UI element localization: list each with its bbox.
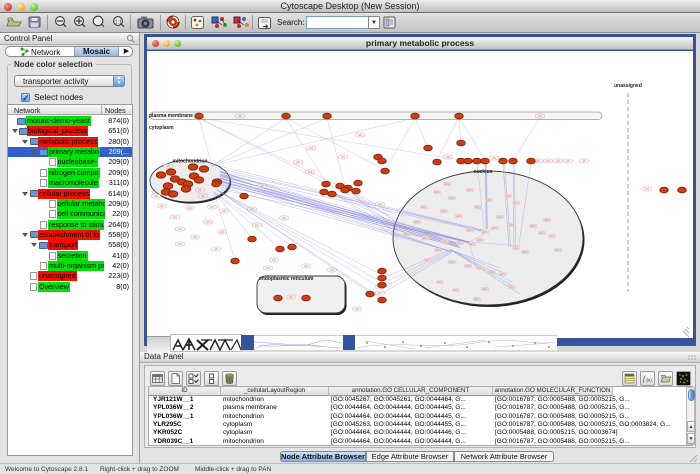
svg-text:GO:x: GO:x — [404, 234, 410, 236]
svg-text:GO: GO — [492, 156, 496, 160]
svg-text:GO: GO — [309, 146, 313, 150]
svg-text:GO: GO — [193, 235, 197, 239]
svg-text:GO: GO — [566, 159, 570, 163]
svg-text:GO: GO — [220, 230, 224, 234]
svg-text:GO:x: GO:x — [465, 266, 471, 268]
svg-text:GO:x: GO:x — [475, 207, 481, 209]
svg-text:GO: GO — [358, 133, 362, 137]
svg-text:GO: GO — [178, 227, 182, 231]
svg-text:unassigned: unassigned — [614, 83, 642, 89]
svg-text:GO: GO — [536, 159, 540, 163]
svg-text:GO: GO — [178, 242, 182, 246]
svg-text:mitochondrion: mitochondrion — [173, 159, 208, 165]
svg-text:GO:x: GO:x — [513, 248, 519, 250]
svg-text:GO: GO — [260, 184, 264, 188]
svg-text:(x): (x) — [647, 378, 653, 383]
svg-text:GO: GO — [645, 187, 649, 191]
svg-text:GO:x: GO:x — [437, 282, 443, 284]
svg-text:GO: GO — [222, 209, 226, 213]
svg-text:GO:x: GO:x — [482, 289, 488, 291]
svg-text:GO: GO — [166, 164, 170, 168]
svg-text:GO:x: GO:x — [489, 272, 495, 274]
svg-text:GO: GO — [378, 291, 382, 295]
svg-text:nucleus: nucleus — [474, 169, 493, 175]
svg-text:GO: GO — [330, 268, 334, 272]
svg-text:GO: GO — [546, 159, 550, 163]
svg-text:GO:x: GO:x — [422, 238, 428, 240]
svg-text:GO:x: GO:x — [477, 268, 483, 270]
svg-text:GO:x: GO:x — [482, 232, 488, 234]
svg-text:GO:x: GO:x — [449, 262, 455, 264]
svg-text:GO:x: GO:x — [441, 211, 447, 213]
svg-text:GO: GO — [238, 114, 242, 118]
svg-text:GO:x: GO:x — [497, 217, 503, 219]
svg-text:GO:x: GO:x — [421, 207, 427, 209]
svg-text:GO:x: GO:x — [442, 241, 448, 243]
svg-text:GO:x: GO:x — [555, 250, 561, 252]
svg-text:plasma membrane: plasma membrane — [149, 113, 193, 119]
svg-text:GO:x: GO:x — [509, 225, 515, 227]
svg-text:GO:x: GO:x — [509, 287, 515, 289]
svg-text:GO:x: GO:x — [505, 196, 511, 198]
svg-text:GO:x: GO:x — [467, 230, 473, 232]
svg-text:GO: GO — [154, 194, 158, 198]
svg-text:GO: GO — [272, 258, 276, 262]
svg-text:GO:x: GO:x — [425, 260, 431, 262]
svg-text:endoplasmic reticulum: endoplasmic reticulum — [259, 276, 314, 282]
svg-text:GO: GO — [355, 307, 359, 311]
svg-text:GO: GO — [289, 295, 293, 299]
svg-text:GO: GO — [582, 159, 586, 163]
svg-text:GO: GO — [210, 205, 214, 209]
svg-text:GO:x: GO:x — [444, 184, 450, 186]
svg-text:GO: GO — [378, 202, 382, 206]
svg-text:GO: GO — [198, 188, 202, 192]
svg-text:GO:x: GO:x — [513, 203, 519, 205]
svg-text:GO:x: GO:x — [449, 198, 455, 200]
svg-text:GO: GO — [250, 207, 254, 211]
svg-text:GO: GO — [446, 155, 450, 159]
svg-text:GO:x: GO:x — [414, 222, 420, 224]
svg-text:GO:x: GO:x — [435, 250, 441, 252]
svg-text:GO: GO — [308, 170, 312, 174]
svg-text:GO:x: GO:x — [544, 220, 550, 222]
svg-text:GO:x: GO:x — [486, 200, 492, 202]
svg-text:GO:x: GO:x — [434, 192, 440, 194]
svg-text:GO:x: GO:x — [456, 216, 462, 218]
svg-text:GO: GO — [255, 223, 259, 227]
svg-text:GO: GO — [160, 204, 164, 208]
svg-text:GO: GO — [282, 216, 286, 220]
svg-text:GO: GO — [214, 247, 218, 251]
svg-text:GO:x: GO:x — [522, 252, 528, 254]
svg-text:cytoplasm: cytoplasm — [149, 125, 174, 131]
svg-text:GO:x: GO:x — [492, 228, 498, 230]
svg-text:GO:x: GO:x — [500, 274, 506, 276]
svg-text:GO: GO — [556, 159, 560, 163]
svg-text:GO: GO — [206, 220, 210, 224]
svg-text:GO: GO — [296, 160, 300, 164]
svg-text:GO:x: GO:x — [530, 226, 536, 228]
svg-text:GO: GO — [538, 114, 542, 118]
svg-text:GO:x: GO:x — [467, 190, 473, 192]
svg-text:GO: GO — [341, 155, 345, 159]
svg-text:GO:x: GO:x — [469, 244, 475, 246]
svg-text:GO: GO — [188, 206, 192, 210]
svg-text:GO:x: GO:x — [549, 236, 555, 238]
svg-text:1:1: 1:1 — [115, 20, 122, 26]
svg-text:GO:x: GO:x — [453, 290, 459, 292]
svg-text:GO: GO — [201, 194, 205, 198]
svg-text:GO:x: GO:x — [539, 233, 545, 235]
svg-text:GO: GO — [304, 264, 308, 268]
svg-text:GO:x: GO:x — [457, 243, 463, 245]
svg-text:GO: GO — [266, 266, 270, 270]
svg-text:GO: GO — [173, 215, 177, 219]
svg-text:GO:x: GO:x — [477, 240, 483, 242]
svg-text:GO:x: GO:x — [474, 299, 480, 301]
